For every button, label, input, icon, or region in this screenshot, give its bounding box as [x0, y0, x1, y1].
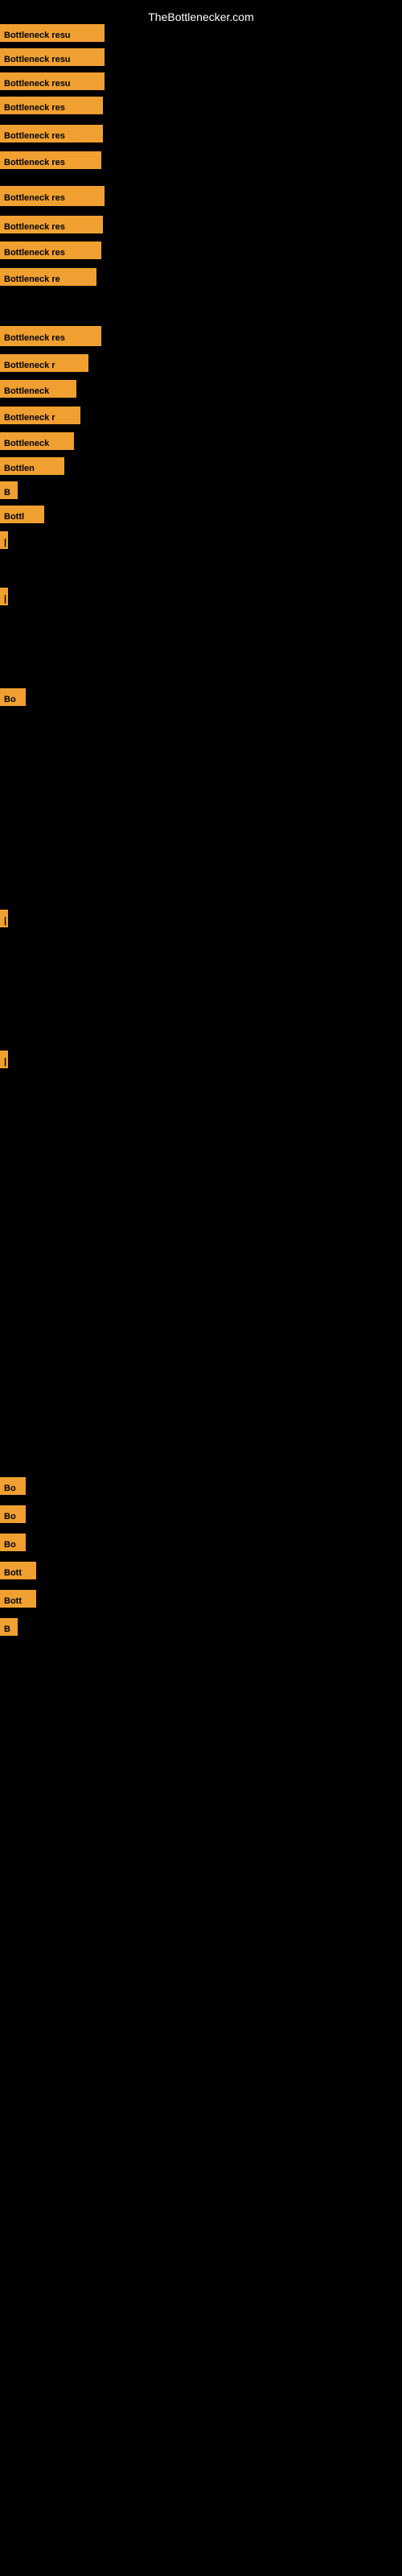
bottleneck-item: Bo: [0, 1477, 26, 1495]
bottleneck-item: Bottleneck res: [0, 216, 103, 233]
bottleneck-item: Bottleneck res: [0, 242, 101, 259]
bottleneck-item: Bott: [0, 1590, 36, 1608]
bottleneck-item: Bottleneck res: [0, 151, 101, 169]
bottleneck-item: Bo: [0, 1534, 26, 1551]
bottleneck-item: Bottleneck resu: [0, 48, 105, 66]
bottleneck-item: |: [0, 910, 8, 927]
bottleneck-item: Bottlen: [0, 457, 64, 475]
bottleneck-item: Bottleneck res: [0, 326, 101, 346]
bottleneck-item: B: [0, 481, 18, 499]
bottleneck-item: Bottleneck resu: [0, 72, 105, 90]
bottleneck-item: B: [0, 1618, 18, 1636]
bottleneck-item: Bott: [0, 1562, 36, 1579]
bottleneck-item: Bottleneck r: [0, 407, 80, 424]
bottleneck-item: Bottleneck: [0, 380, 76, 398]
bottleneck-item: Bo: [0, 1505, 26, 1523]
bottleneck-item: Bo: [0, 688, 26, 706]
bottleneck-item: |: [0, 1051, 8, 1068]
bottleneck-item: |: [0, 588, 8, 605]
bottleneck-item: Bottleneck res: [0, 97, 103, 114]
bottleneck-item: Bottleneck resu: [0, 24, 105, 42]
bottleneck-item: Bottleneck res: [0, 125, 103, 142]
bottleneck-item: Bottleneck re: [0, 268, 96, 286]
bottleneck-item: Bottleneck: [0, 432, 74, 450]
bottleneck-item: Bottleneck r: [0, 354, 88, 372]
bottleneck-item: Bottl: [0, 506, 44, 523]
bottleneck-item: Bottleneck res: [0, 186, 105, 206]
bottleneck-item: |: [0, 531, 8, 549]
